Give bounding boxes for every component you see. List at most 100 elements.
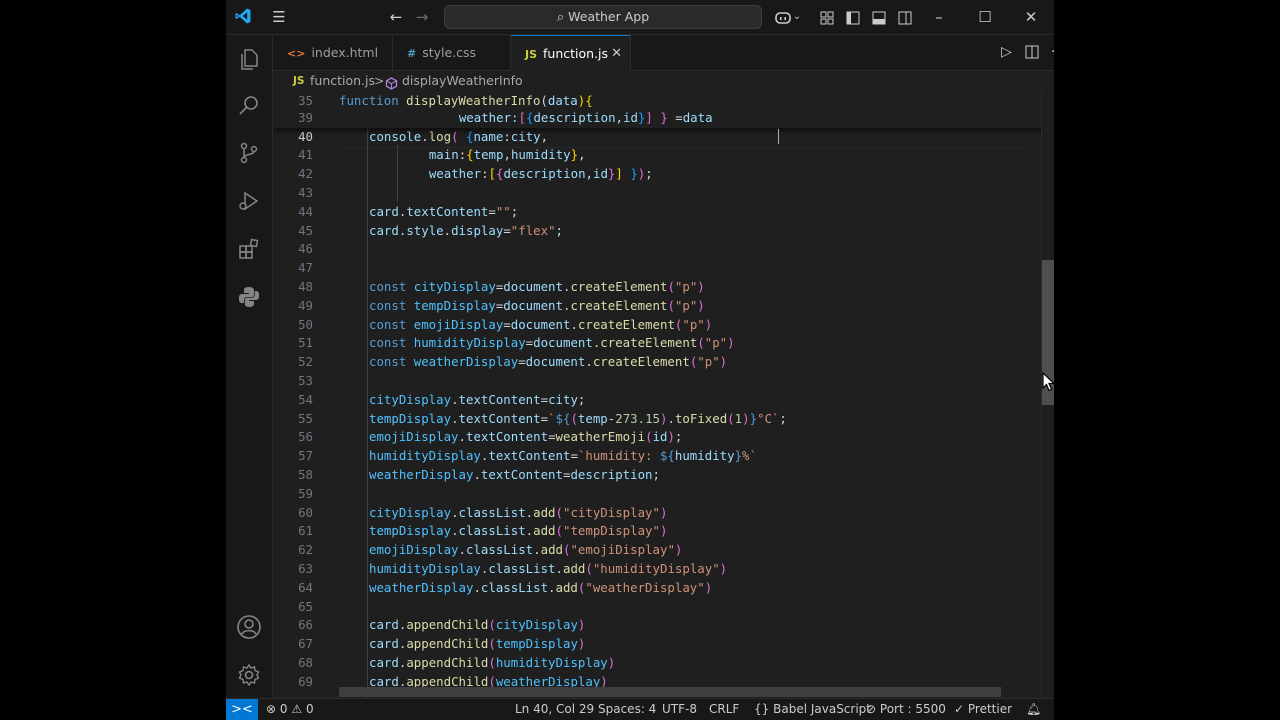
encoding[interactable]: UTF-8 [662, 699, 697, 720]
code-token: humidityDisplay [413, 335, 526, 351]
code-line[interactable]: weatherDisplay.classList.add("weatherDis… [369, 578, 712, 597]
code-line[interactable]: humidityDisplay.textContent=`humidity: $… [369, 446, 757, 465]
code-token: appendChild [406, 654, 489, 670]
line-number: 69 [298, 673, 313, 689]
code-token: id [623, 110, 638, 125]
run-debug-icon[interactable] [226, 181, 272, 221]
tab-index-html[interactable]: <> index.html [273, 35, 393, 70]
code-line[interactable]: emojiDisplay.classList.add("emojiDisplay… [369, 540, 682, 559]
maximize-icon[interactable]: ☐ [974, 0, 996, 34]
close-window-icon[interactable]: ✕ [1020, 0, 1042, 34]
customize-layout-icon[interactable] [818, 0, 836, 34]
tab-style-css[interactable]: # style.css [393, 35, 511, 70]
code-token: ) [704, 579, 713, 595]
css-file-icon: # [407, 47, 417, 60]
code-token: ; [510, 203, 519, 219]
problems-indicator[interactable]: ⊗ 0 ⚠ 0 [266, 699, 314, 720]
indentation[interactable]: Spaces: 4 [598, 699, 656, 720]
line-number: 65 [298, 598, 313, 614]
toggle-primary-sidebar-icon[interactable] [844, 0, 862, 34]
toggle-panel-icon[interactable] [870, 0, 888, 34]
line-number: 47 [298, 260, 313, 276]
code-token: ) [577, 617, 586, 633]
code-token: ) [659, 504, 668, 520]
code-line[interactable]: card.appendChild(tempDisplay) [369, 634, 585, 653]
code-line[interactable]: tempDisplay.classList.add("tempDisplay") [369, 521, 667, 540]
line-number: 64 [298, 579, 313, 595]
code-token: ( [727, 410, 735, 426]
code-line[interactable]: const cityDisplay=document.createElement… [369, 277, 705, 296]
code-line[interactable]: tempDisplay.textContent=`${(temp-273.15)… [369, 409, 787, 428]
remote-indicator-icon[interactable]: >< [226, 699, 258, 720]
code-token: ) [742, 410, 750, 426]
breadcrumb-file[interactable]: function.js [310, 70, 375, 92]
code-editor[interactable]: 40 console.log( {name:city, 41 main:{temp,… [273, 92, 1054, 698]
copilot-icon[interactable] [772, 0, 794, 34]
code-line[interactable]: const weatherDisplay=document.createElem… [369, 352, 727, 371]
notifications-bell-icon[interactable]: 🔔︎ [1026, 699, 1041, 720]
line-number: 61 [298, 523, 313, 539]
end-of-line[interactable]: CRLF [709, 699, 739, 720]
code-line[interactable]: card.appendChild(cityDisplay) [369, 615, 585, 634]
breadcrumb-symbol[interactable]: displayWeatherInfo [402, 70, 523, 92]
code-line[interactable]: card.appendChild(humidityDisplay) [369, 653, 615, 672]
code-line[interactable]: cityDisplay.textContent=city; [369, 390, 585, 409]
code-token: : [503, 128, 511, 144]
code-token: textContent [488, 448, 571, 464]
code-line[interactable]: weather:[{description,id}] }); [399, 164, 653, 183]
cursor-position[interactable]: Ln 40, Col 29 [515, 699, 594, 720]
code-line[interactable]: const humidityDisplay=document.createEle… [369, 333, 735, 352]
line-number: 57 [298, 448, 313, 464]
code-token: displayWeatherInfo [406, 93, 541, 108]
code-line[interactable]: weatherDisplay.textContent=description; [369, 465, 660, 484]
line-number: 49 [298, 297, 313, 313]
tab-label: index.html [311, 45, 379, 60]
code-line[interactable]: const emojiDisplay=document.createElemen… [369, 315, 712, 334]
code-token: ( [488, 654, 496, 670]
account-icon[interactable] [226, 607, 272, 647]
python-icon[interactable] [226, 277, 272, 317]
code-line[interactable]: console.log( {name:city, [369, 127, 548, 146]
sticky-scroll-line[interactable]: weather:[{description,id}] } =data [429, 108, 713, 127]
settings-gear-icon[interactable] [226, 655, 272, 695]
code-token: textContent [458, 391, 541, 407]
code-token: ) [577, 636, 586, 652]
search-activity-icon[interactable] [226, 85, 272, 125]
menu-icon[interactable]: ☰ [268, 0, 290, 34]
code-line[interactable]: card.style.display="flex"; [369, 221, 563, 240]
more-actions-icon[interactable]: ··· [1051, 35, 1054, 70]
code-line[interactable]: card.textContent=""; [369, 202, 518, 221]
minimize-icon[interactable]: – [928, 0, 950, 34]
chevron-down-icon[interactable]: ⌄ [792, 0, 802, 34]
run-code-icon[interactable]: ▷ [1001, 35, 1012, 70]
forward-arrow-icon[interactable]: → [412, 0, 432, 34]
prettier-status[interactable]: ✓ Prettier [954, 699, 1012, 720]
vscode-window: ☰ ← → ⌕ Weather App ⌄ – ☐ ✕ <> index.htm… [226, 0, 1054, 720]
code-token: createElement [600, 335, 698, 351]
code-token: add [562, 560, 586, 576]
code-line[interactable]: const tempDisplay=document.createElement… [369, 296, 705, 315]
status-bar: >< ⊗ 0 ⚠ 0 Ln 40, Col 29 Spaces: 4 UTF-8… [226, 698, 1054, 720]
source-control-icon[interactable] [226, 133, 272, 173]
tab-function-js[interactable]: JS function.js ✕ [511, 35, 631, 71]
toggle-secondary-sidebar-icon[interactable] [896, 0, 914, 34]
code-line[interactable]: emojiDisplay.textContent=weatherEmoji(id… [369, 427, 682, 446]
split-editor-icon[interactable] [1025, 35, 1039, 70]
explorer-icon[interactable] [226, 39, 272, 79]
code-token: textContent [458, 410, 541, 426]
extensions-icon[interactable] [226, 229, 272, 269]
live-server-port[interactable]: ⊘ Port : 5500 [866, 699, 946, 720]
back-arrow-icon[interactable]: ← [386, 0, 406, 34]
language-mode[interactable]: {} Babel JavaScript [754, 699, 871, 720]
code-token: card [369, 654, 399, 670]
code-line[interactable]: main:{temp,humidity}, [399, 145, 586, 164]
line-number: 59 [298, 485, 313, 501]
command-center-search[interactable]: ⌕ Weather App [444, 5, 762, 29]
code-token: %` [742, 448, 757, 464]
horizontal-scrollbar-thumb[interactable] [339, 687, 1001, 697]
code-token: , [578, 147, 586, 163]
code-line[interactable]: cityDisplay.classList.add("cityDisplay") [369, 503, 667, 522]
close-tab-icon[interactable]: ✕ [611, 36, 622, 71]
code-line[interactable]: humidityDisplay.classList.add("humidityD… [369, 559, 727, 578]
braces-icon: {} [754, 702, 770, 716]
